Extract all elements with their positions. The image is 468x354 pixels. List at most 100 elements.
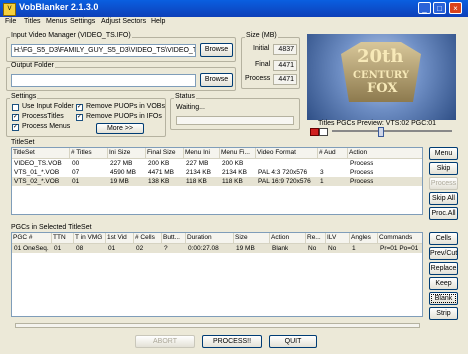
use-input-folder-checkbox[interactable] — [12, 104, 19, 111]
cell: 227 MB — [110, 160, 133, 167]
menu-bar: File Titles Menus Settings Adjust Sector… — [0, 17, 468, 29]
initial-label: Initial — [253, 45, 270, 52]
cell: 4590 MB — [110, 169, 137, 176]
process-all-button[interactable]: Proc.All — [429, 207, 458, 220]
titleset-header: TitleSet # Titles Ini Size Final Size Me… — [12, 148, 422, 159]
seek-track[interactable] — [332, 130, 452, 132]
preview-caption: Titles PGCs Preview: VTS:02 PGC:01 — [318, 120, 436, 127]
table-row[interactable]: VIDEO_TS.VOB 00 227 MB 200 KB 227 MB 200… — [12, 159, 422, 168]
process-run-button[interactable]: PROCESS!! — [202, 335, 262, 348]
prev-cut-button[interactable]: Prev/Cut — [429, 247, 458, 260]
window-title: VobBlanker 2.1.3.0 — [19, 2, 99, 12]
skip-button[interactable]: Skip — [429, 162, 458, 175]
col-buttons[interactable]: Butt... — [162, 233, 186, 243]
menu-file[interactable]: File — [5, 18, 16, 25]
process-menus-checkbox[interactable]: ✓ — [12, 124, 19, 131]
menu-adjust-sectors[interactable]: Adjust Sectors — [101, 18, 146, 25]
abort-button[interactable]: ABORT — [135, 335, 195, 348]
col-re[interactable]: Re... — [306, 233, 326, 243]
app-window: V VobBlanker 2.1.3.0 _ □ × File Titles M… — [0, 0, 468, 354]
col-titleset[interactable]: TitleSet — [12, 148, 70, 158]
col-ini-size[interactable]: Ini Size — [108, 148, 146, 158]
col-commands[interactable]: Commands — [378, 233, 422, 243]
cell: 01 — [54, 245, 62, 252]
more-button[interactable]: More >> — [96, 123, 144, 134]
menu-help[interactable]: Help — [151, 18, 165, 25]
process-titles-checkbox[interactable]: ✓ — [12, 114, 19, 121]
col-menu-ini[interactable]: Menu Ini — [184, 148, 220, 158]
cell: 200 KB — [222, 160, 244, 167]
minimize-button[interactable]: _ — [418, 2, 431, 14]
cell: ? — [164, 245, 168, 252]
cell: 07 — [72, 169, 80, 176]
col-ttn[interactable]: TTN — [52, 233, 74, 243]
col-angles[interactable]: Angles — [350, 233, 378, 243]
titleset-table[interactable]: TitleSet # Titles Ini Size Final Size Me… — [11, 147, 423, 215]
maximize-button[interactable]: □ — [433, 2, 446, 14]
cell: PAL 16:9 720x576 — [258, 178, 311, 185]
remove-puops-vobs-checkbox[interactable]: ✓ — [76, 104, 83, 111]
final-size-value: 4471 — [273, 60, 297, 71]
remove-puops-ifos-checkbox[interactable]: ✓ — [76, 114, 83, 121]
pgcs-label: PGCs in Selected TitleSet — [10, 224, 93, 231]
cell: 19 MB — [110, 178, 129, 185]
size-label: Size (MB) — [245, 32, 278, 39]
cell: 1 — [320, 178, 324, 185]
keep-button[interactable]: Keep — [429, 277, 458, 290]
cells-button[interactable]: Cells — [429, 232, 458, 245]
col-aud[interactable]: # Aud — [318, 148, 348, 158]
menu-settings[interactable]: Settings — [70, 18, 95, 25]
col-ilv[interactable]: ILV — [326, 233, 350, 243]
cell: Pr=01 Po=01 — [380, 245, 419, 252]
col-duration[interactable]: Duration — [186, 233, 234, 243]
col-1st-vid[interactable]: 1st Vid — [106, 233, 134, 243]
cell: 02 — [136, 245, 144, 252]
col-action[interactable]: Action — [348, 148, 422, 158]
cell: No — [308, 245, 317, 252]
seek-thumb[interactable] — [378, 127, 384, 137]
title-bar[interactable]: V VobBlanker 2.1.3.0 _ □ × — [0, 0, 468, 17]
remove-puops-ifos-label: Remove PUOPs in IFOs — [86, 113, 162, 120]
cell: 01 — [108, 245, 116, 252]
video-preview: 20th CENTURY FOX — [307, 34, 456, 120]
process-size-value: 4471 — [273, 74, 297, 85]
col-size[interactable]: Size — [234, 233, 270, 243]
logo-bottom: FOX — [367, 81, 398, 96]
process-button[interactable]: Process — [429, 177, 458, 190]
output-folder-path[interactable] — [11, 74, 196, 87]
col-action[interactable]: Action — [270, 233, 306, 243]
table-row[interactable]: VTS_01_*.VOB 07 4590 MB 4471 MB 2134 KB … — [12, 168, 422, 177]
close-button[interactable]: × — [449, 2, 462, 14]
cell: 1 — [352, 245, 356, 252]
cell: 3 — [320, 169, 324, 176]
replace-button[interactable]: Replace — [429, 262, 458, 275]
pgcs-table[interactable]: PGC # TTN T in VMG 1st Vid # Cells Butt.… — [11, 232, 423, 317]
col-cells[interactable]: # Cells — [134, 233, 162, 243]
blank-button[interactable]: Blank — [429, 292, 458, 305]
input-video-path[interactable]: H:\FG_S5_D3\FAMILY_GUY_S5_D3\VIDEO_TS\VI… — [11, 44, 196, 57]
cell: PAL 4:3 720x576 — [258, 169, 308, 176]
input-browse-button[interactable]: Browse — [200, 43, 233, 57]
cell: 00 — [72, 160, 80, 167]
col-menu-final[interactable]: Menu Fi... — [220, 148, 256, 158]
progress-bar — [176, 116, 294, 125]
output-browse-button[interactable]: Browse — [200, 73, 233, 87]
quit-button[interactable]: QUIT — [269, 335, 317, 348]
strip-button[interactable]: Strip — [429, 307, 458, 320]
table-row-selected[interactable]: 01 OneSeq. 01 08 01 02 ? 0:00:27.08 19 M… — [12, 244, 422, 253]
col-titles[interactable]: # Titles — [70, 148, 108, 158]
stop-icon[interactable] — [319, 128, 328, 136]
skip-all-button[interactable]: Skip All — [429, 192, 458, 205]
col-pgc[interactable]: PGC # — [12, 233, 52, 243]
menu-titles[interactable]: Titles — [24, 18, 40, 25]
cell: 19 MB — [236, 245, 255, 252]
menu-button[interactable]: Menu — [429, 147, 458, 160]
cell: 4471 MB — [148, 169, 175, 176]
col-t-in-vmg[interactable]: T in VMG — [74, 233, 106, 243]
col-video-format[interactable]: Video Format — [256, 148, 318, 158]
record-icon[interactable] — [310, 128, 319, 136]
col-final-size[interactable]: Final Size — [146, 148, 184, 158]
table-row-selected[interactable]: VTS_02_*.VOB 01 19 MB 138 KB 118 KB 118 … — [12, 177, 422, 186]
process-menus-label: Process Menus — [22, 123, 71, 130]
menu-menus[interactable]: Menus — [46, 18, 67, 25]
